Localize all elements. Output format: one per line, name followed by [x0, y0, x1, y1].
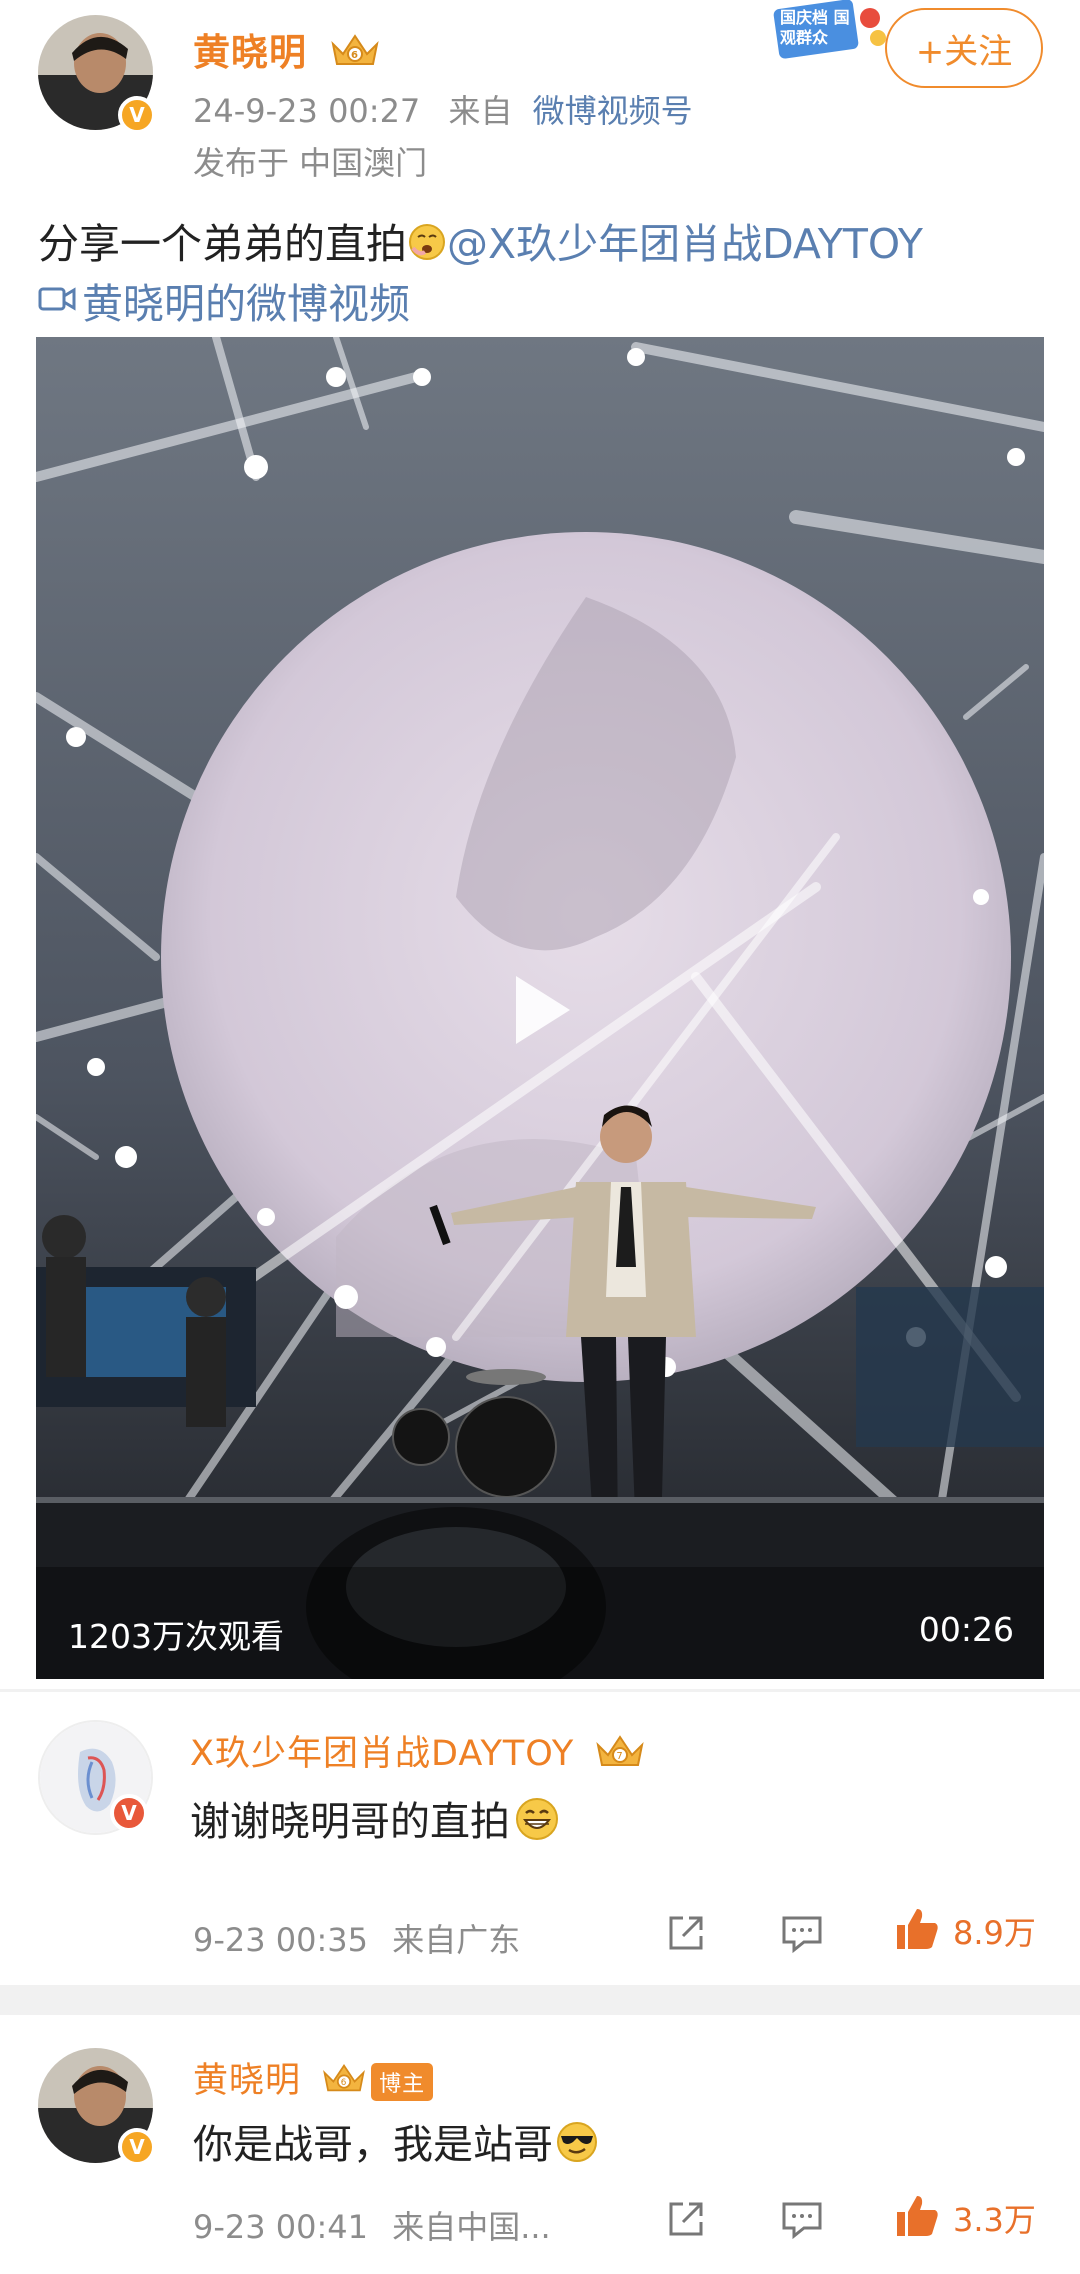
- comment-1-like-button[interactable]: 8.9万: [893, 1905, 1036, 1957]
- comment-2-source: 来自中国...: [392, 2208, 551, 2246]
- video-link[interactable]: 黄晓明的微博视频: [38, 270, 410, 330]
- divider: [0, 1689, 1080, 1692]
- post-author-name-text: 黄晓明: [193, 31, 307, 74]
- grin-emoji-icon: [514, 1796, 560, 1852]
- svg-text:7: 7: [617, 1751, 624, 1762]
- video-player[interactable]: [36, 337, 1044, 1679]
- like-icon: [893, 2192, 941, 2244]
- sunglasses-emoji-icon: [555, 2120, 599, 2174]
- post-meta: 24-9-23 00:27 来自 微博视频号: [193, 86, 693, 132]
- video-duration: 00:26: [918, 1610, 1014, 1649]
- crown-icon: 6: [321, 2060, 367, 2105]
- svg-text:6: 6: [341, 2078, 348, 2088]
- like-icon: [893, 1905, 941, 1957]
- post-text-body: 分享一个弟弟的直拍: [38, 220, 407, 268]
- comment-1-meta: 9-23 00:35 来自广东: [193, 1915, 520, 1961]
- verified-v-icon: V: [110, 1794, 148, 1832]
- video-camera-icon: [38, 276, 76, 324]
- comment-1-reply-button[interactable]: [780, 1912, 824, 1958]
- comment-1-author[interactable]: X玖少年团肖战DAYTOY 7: [190, 1725, 646, 1780]
- comment-2-like-button[interactable]: 3.3万: [893, 2192, 1036, 2244]
- post-author-name[interactable]: 黄晓明 6: [193, 22, 381, 79]
- promo-badge[interactable]: 国庆档 国观群众: [770, 0, 890, 60]
- comment-1-author-text: X玖少年团肖战DAYTOY: [190, 1734, 575, 1774]
- post-source-link[interactable]: 微博视频号: [533, 92, 693, 130]
- verified-v-icon: V: [118, 2128, 156, 2166]
- svg-text:6: 6: [351, 50, 359, 61]
- comment-1-text-body: 谢谢晓明哥的直拍: [190, 1799, 510, 1845]
- comment-1-share-button[interactable]: [665, 1912, 707, 1958]
- video-link-text: 黄晓明的微博视频: [82, 280, 410, 328]
- comment-1-time: 9-23 00:35: [193, 1921, 369, 1959]
- comment-2-time: 9-23 00:41: [193, 2208, 369, 2246]
- comment-1-like-count: 8.9万: [953, 1914, 1036, 1952]
- post-time: 24-9-23 00:27: [193, 92, 421, 130]
- host-badge: 博主: [371, 2063, 434, 2101]
- divider: [0, 1985, 1080, 2015]
- yawn-emoji-icon: [407, 222, 447, 272]
- comment-2-text-body: 你是战哥，我是站哥: [193, 2122, 553, 2168]
- share-icon: [665, 1912, 707, 1958]
- video-view-count: 1203万次观看: [68, 1617, 284, 1656]
- comment-2-like-count: 3.3万: [953, 2201, 1036, 2239]
- comment-2-reply-button[interactable]: [780, 2198, 824, 2244]
- post-source-prefix: 来自: [448, 92, 513, 130]
- crown-icon: 6: [329, 30, 381, 79]
- post-text: 分享一个弟弟的直拍 @X玖少年团肖战DAYTOY: [38, 210, 923, 272]
- comment-1-source: 来自广东: [392, 1921, 521, 1959]
- verified-v-icon: V: [118, 96, 156, 134]
- comment-2-author-text: 黄晓明: [193, 2061, 302, 2101]
- follow-button[interactable]: +关注: [885, 8, 1043, 88]
- comment-icon: [780, 2198, 824, 2244]
- comment-2-author[interactable]: 黄晓明 6 博主: [193, 2052, 434, 2105]
- crown-icon: 7: [594, 1731, 646, 1780]
- comment-1-text: 谢谢晓明哥的直拍: [190, 1789, 560, 1852]
- comment-icon: [780, 1912, 824, 1958]
- share-icon: [665, 2198, 707, 2244]
- post-mention-link[interactable]: @X玖少年团肖战DAYTOY: [447, 220, 923, 268]
- comment-2-text: 你是战哥，我是站哥: [193, 2112, 599, 2174]
- follow-button-label: +关注: [915, 31, 1013, 72]
- promo-text: 国庆档 国观群众: [780, 8, 850, 47]
- comment-2-meta: 9-23 00:41 来自中国...: [193, 2202, 551, 2248]
- comment-2-share-button[interactable]: [665, 2198, 707, 2244]
- post-location: 发布于 中国澳门: [193, 144, 428, 182]
